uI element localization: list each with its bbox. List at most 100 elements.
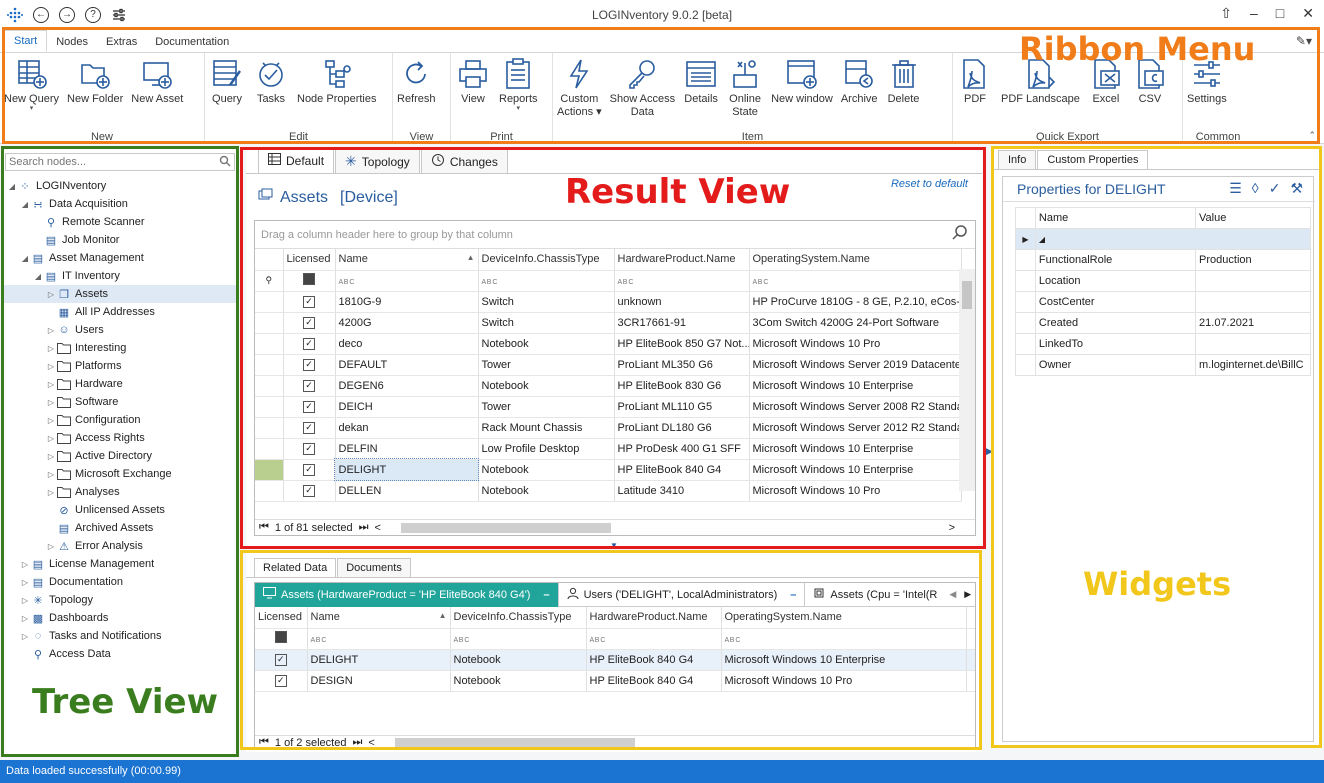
table-cell[interactable]: deco [335,333,479,355]
horizontal-scrollbar[interactable] [394,737,961,748]
tree-node[interactable]: ▷ ⚠ Error Analysis [3,537,237,555]
expand-arrow-icon[interactable]: ▷ [46,434,56,443]
delete-button[interactable]: Delete [882,53,926,130]
filter-name[interactable]: A B C [307,628,451,650]
tree-node[interactable]: ◢ ∺ Data Acquisition [3,195,237,213]
online-state-button[interactable]: Online State [723,53,767,130]
table-row[interactable]: ✓ DELIGHT Notebook HP EliteBook 840 G4 Micro… [255,458,962,481]
properties-col-value[interactable]: Value [1195,207,1311,229]
table-cell[interactable]: DELIGHT [334,458,479,481]
table-cell[interactable]: ProLiant ML110 G5 [614,396,750,418]
details-button[interactable]: Details [679,53,723,130]
property-row[interactable]: CostCenter [1015,291,1311,313]
collapse-arrow-icon[interactable]: ◢ [33,272,43,281]
custom-actions-button[interactable]: Custom Actions ▾ [553,53,606,130]
refresh-button[interactable]: Refresh [393,53,440,130]
expand-arrow-icon[interactable]: ▷ [20,578,30,587]
licensed-checkbox[interactable]: ✓ [303,400,315,413]
table-cell[interactable]: HP EliteBook 830 G6 [614,375,750,397]
reports-button[interactable]: Reports ▾ [495,53,542,130]
scroll-left-icon[interactable]: < [374,522,380,534]
app-logo-icon[interactable] [6,6,24,24]
licensed-checkbox[interactable]: ✓ [274,653,287,666]
licensed-checkbox[interactable]: ✓ [303,379,315,392]
tab-topology[interactable]: ✳ Topology [335,149,420,173]
table-cell[interactable]: HP ProCurve 1810G - 8 GE, P.2.10, eCos-2 [749,291,962,313]
expand-arrow-icon[interactable]: ▷ [20,560,30,569]
table-cell[interactable]: 4200G [335,312,479,334]
collapse-arrow-icon[interactable]: ◢ [20,254,30,263]
maximize-button[interactable]: □ [1276,5,1284,22]
licensed-checkbox[interactable]: ✓ [303,337,315,350]
tree-node[interactable]: ▤ Job Monitor [3,231,237,249]
licensed-cell[interactable]: ✓ [283,312,336,334]
expand-arrow-icon[interactable]: ▷ [46,416,56,425]
property-value[interactable]: Production [1195,249,1311,271]
tab-info[interactable]: Info [998,150,1037,169]
table-cell[interactable]: Notebook [450,670,587,692]
new-query-button[interactable]: New Query ▾ [0,53,63,130]
property-value[interactable]: m.loginternet.de\BillC [1195,354,1311,376]
tab-changes[interactable]: Changes [420,149,508,173]
property-row[interactable]: Owner m.loginternet.de\BillC [1015,354,1311,376]
table-cell[interactable]: Microsoft Windows 10 Pro [749,480,962,502]
licensed-checkbox[interactable]: ✓ [274,674,287,687]
scroll-right-icon[interactable]: > [949,522,975,534]
minimize-button[interactable]: – [1250,5,1258,22]
horizontal-scrollbar[interactable] [400,522,929,533]
subtab-assets-cpu[interactable]: Assets (Cpu = 'Intel(R [805,583,945,607]
tree-node[interactable]: ▷ ▤ License Management [3,555,237,573]
restore-layout-icon[interactable]: ⇧ [1220,5,1232,22]
table-row[interactable]: ✓ 4200G Switch 3CR17661-91 3Com Switch 4200G… [255,312,962,334]
tree-node[interactable]: ⊘ Unlicensed Assets [3,501,237,519]
licensed-cell[interactable]: ✓ [283,375,336,397]
filter-hardware[interactable]: A B C [614,270,750,292]
first-page-icon[interactable]: ⏮ [259,521,269,534]
tab-documents[interactable]: Documents [337,558,411,577]
properties-col-name[interactable]: Name [1034,207,1197,229]
col-header-hardware[interactable]: HardwareProduct.Name [614,249,750,271]
table-cell[interactable]: dekan [335,417,479,439]
expand-arrow-icon[interactable]: ▷ [46,542,56,551]
tab-documentation[interactable]: Documentation [146,32,238,52]
pdf-button[interactable]: PDF [953,53,997,130]
licensed-cell[interactable]: ✓ [255,670,308,692]
tree-node[interactable]: ▤ Archived Assets [3,519,237,537]
tree-node[interactable]: ◢ ⁘ LOGINventory [3,177,237,195]
col-header-os[interactable]: OperatingSystem.Name [721,607,967,629]
tree-node[interactable]: ▷ Hardware [3,375,237,393]
col-header-licensed[interactable]: Licensed [283,249,336,271]
expand-arrow-icon[interactable]: ▷ [46,488,56,497]
table-cell[interactable]: HP ProDesk 400 G1 SFF [614,438,750,460]
expand-arrow-icon[interactable]: ▷ [46,326,56,335]
property-value[interactable]: 21.07.2021 [1195,312,1311,334]
tree-node[interactable]: ▷ ◌ Tasks and Notifications [3,627,237,645]
filter-checkbox[interactable] [303,273,315,285]
table-cell[interactable]: unknown [614,291,750,313]
panel-arrow-icon[interactable]: ▶ [986,446,993,457]
licensed-cell[interactable]: ✓ [283,291,336,313]
scroll-left-icon[interactable]: < [368,737,374,749]
table-cell[interactable]: Notebook [478,459,615,481]
table-row[interactable]: ✓ DELIGHT Notebook HP EliteBook 840 G4 Micro… [255,649,975,671]
tree-node[interactable]: ▷ Microsoft Exchange [3,465,237,483]
table-cell[interactable]: DELFIN [335,438,479,460]
tab-start[interactable]: Start [4,30,48,52]
splitter-arrow-icon[interactable]: ▼ [610,541,618,550]
table-cell[interactable]: Notebook [450,649,587,671]
col-header-hardware[interactable]: HardwareProduct.Name [586,607,722,629]
table-cell[interactable]: Switch [478,312,615,334]
tab-nodes[interactable]: Nodes [47,32,97,52]
tree-node[interactable]: ◢ ▤ Asset Management [3,249,237,267]
filter-os[interactable]: A B C [721,628,967,650]
expand-arrow-icon[interactable]: ▷ [46,380,56,389]
tree-node[interactable]: ▷ ▩ Dashboards [3,609,237,627]
table-cell[interactable]: Microsoft Windows Server 2008 R2 Standa [749,396,962,418]
print-view-button[interactable]: View [451,53,495,130]
forward-icon[interactable]: → [58,6,76,24]
tree-node[interactable]: ⚲ Access Data [3,645,237,663]
col-header-name[interactable]: Name ▲ [307,607,451,629]
expand-icon[interactable]: ▶ [1015,228,1036,250]
tree-node[interactable]: ▷ Platforms [3,357,237,375]
table-cell[interactable]: DEICH [335,396,479,418]
